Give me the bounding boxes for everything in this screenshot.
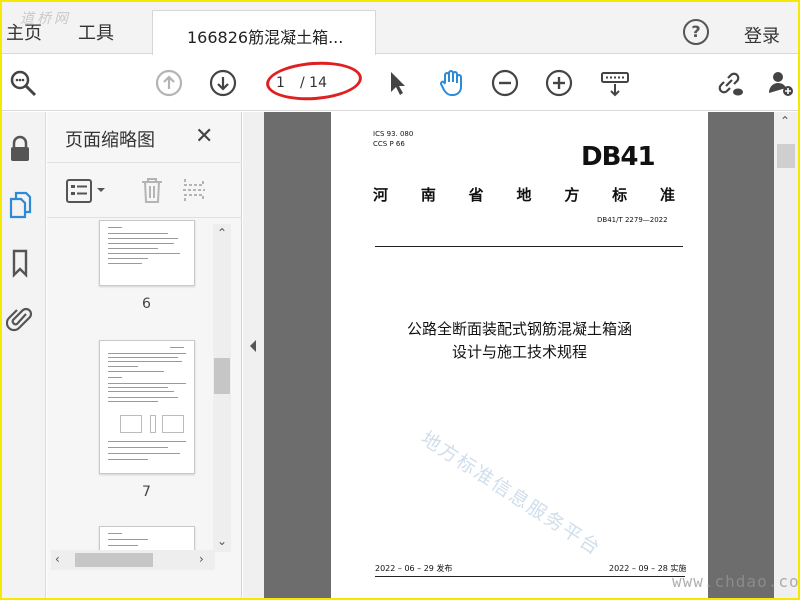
thumbnail-page-6[interactable]	[99, 220, 195, 286]
standard-number: DB41/T 2279—2022	[597, 216, 668, 224]
doc-scroll-up-icon[interactable]: ⌃	[780, 114, 790, 128]
thumbnail-page-7[interactable]	[99, 340, 195, 474]
share-link-icon[interactable]	[714, 68, 744, 98]
document-watermark: 地方标准信息服务平台	[416, 427, 605, 561]
prev-page-icon[interactable]	[154, 68, 184, 98]
panel-toolbar	[47, 162, 242, 218]
province-char: 南	[420, 186, 436, 204]
province-char: 方	[564, 186, 580, 204]
thumbnail-list[interactable]: 6 7	[47, 220, 213, 558]
doc-scrollbar-thumb[interactable]	[777, 144, 795, 168]
scroll-up-icon[interactable]: ⌃	[217, 226, 227, 240]
db-logo: DB41	[581, 142, 656, 172]
province-char: 地	[516, 186, 532, 204]
province-char: 准	[659, 186, 675, 204]
panel-title: 页面缩略图	[65, 130, 155, 151]
close-icon[interactable]: ✕	[195, 124, 213, 149]
tab-document-label: 166826筋混凝土箱...	[187, 28, 344, 47]
thumbnail-number-7: 7	[142, 484, 151, 500]
document-page: ICS 93. 080 CCS P 66 DB41 河 南 省 地 方 标 准 …	[331, 112, 708, 598]
select-pointer-icon[interactable]	[382, 68, 412, 98]
site-watermark: www.chdao.com	[672, 572, 798, 591]
publish-date: 2022 – 06 – 29 发布	[375, 564, 453, 573]
zoom-in-icon[interactable]	[544, 68, 574, 98]
thumbnail-number-6: 6	[142, 296, 151, 312]
lock-icon[interactable]	[6, 134, 34, 164]
zoom-search-icon[interactable]	[8, 68, 38, 98]
thumbnail-panel: 页面缩略图 ✕ 6 7 ⌃ ⌄ ‹ ›	[47, 112, 242, 598]
hand-tool-icon[interactable]	[436, 68, 466, 98]
left-rail	[2, 112, 46, 598]
toolbar-divider	[147, 169, 148, 209]
keyboard-icon[interactable]	[600, 68, 630, 98]
document-scrollbar[interactable]: ⌃	[774, 112, 798, 598]
attachment-icon[interactable]	[5, 304, 34, 334]
scroll-left-icon[interactable]: ‹	[55, 552, 60, 566]
ccs-code: CCS P 66	[373, 140, 405, 148]
tab-tools[interactable]: 工具	[78, 19, 114, 45]
login-link[interactable]: 登录	[744, 22, 780, 48]
bookmark-icon[interactable]	[6, 248, 34, 278]
province-char: 标	[612, 186, 628, 204]
scroll-right-icon[interactable]: ›	[199, 552, 204, 566]
hscroll-thumb[interactable]	[75, 553, 153, 567]
province-header: 河 南 省 地 方 标 准	[373, 184, 675, 205]
help-icon[interactable]: ?	[683, 19, 709, 45]
toolbar: 1 / 14	[2, 55, 798, 111]
pages-icon[interactable]	[6, 190, 34, 220]
panel-collapse-handle[interactable]	[243, 112, 264, 598]
province-char: 河	[373, 186, 389, 204]
document-view[interactable]: ICS 93. 080 CCS P 66 DB41 河 南 省 地 方 标 准 …	[264, 112, 774, 598]
zoom-out-icon[interactable]	[490, 68, 520, 98]
collapse-arrow-icon[interactable]	[243, 336, 264, 356]
ics-code: ICS 93. 080	[373, 130, 414, 138]
scrollbar-thumb[interactable]	[214, 358, 230, 394]
extract-pages-icon[interactable]	[181, 175, 207, 205]
next-page-icon[interactable]	[208, 68, 238, 98]
thumbnail-vertical-scrollbar[interactable]: ⌃ ⌄	[213, 224, 231, 552]
thumbnail-options-button[interactable]	[65, 177, 109, 205]
doc-title-line1: 公路全断面装配式钢筋混凝土箱涵	[406, 320, 632, 338]
header-rule	[375, 246, 683, 247]
delete-icon[interactable]	[139, 175, 165, 205]
add-user-icon[interactable]	[766, 68, 796, 98]
tab-document[interactable]: 166826筋混凝土箱...	[152, 10, 376, 55]
footer-rule	[375, 576, 685, 577]
watermark-logo: 道桥网	[20, 11, 71, 27]
scroll-down-icon[interactable]: ⌄	[217, 534, 227, 548]
tab-bar: 主页 工具 道桥网 166826筋混凝土箱... ? 登录	[2, 2, 798, 55]
doc-title-line2: 设计与施工技术规程	[451, 343, 587, 361]
thumbnail-horizontal-scrollbar[interactable]: ‹ ›	[51, 550, 215, 570]
province-char: 省	[468, 186, 484, 204]
app-window: 主页 工具 道桥网 166826筋混凝土箱... ? 登录 1 / 14 页面缩…	[2, 2, 798, 598]
